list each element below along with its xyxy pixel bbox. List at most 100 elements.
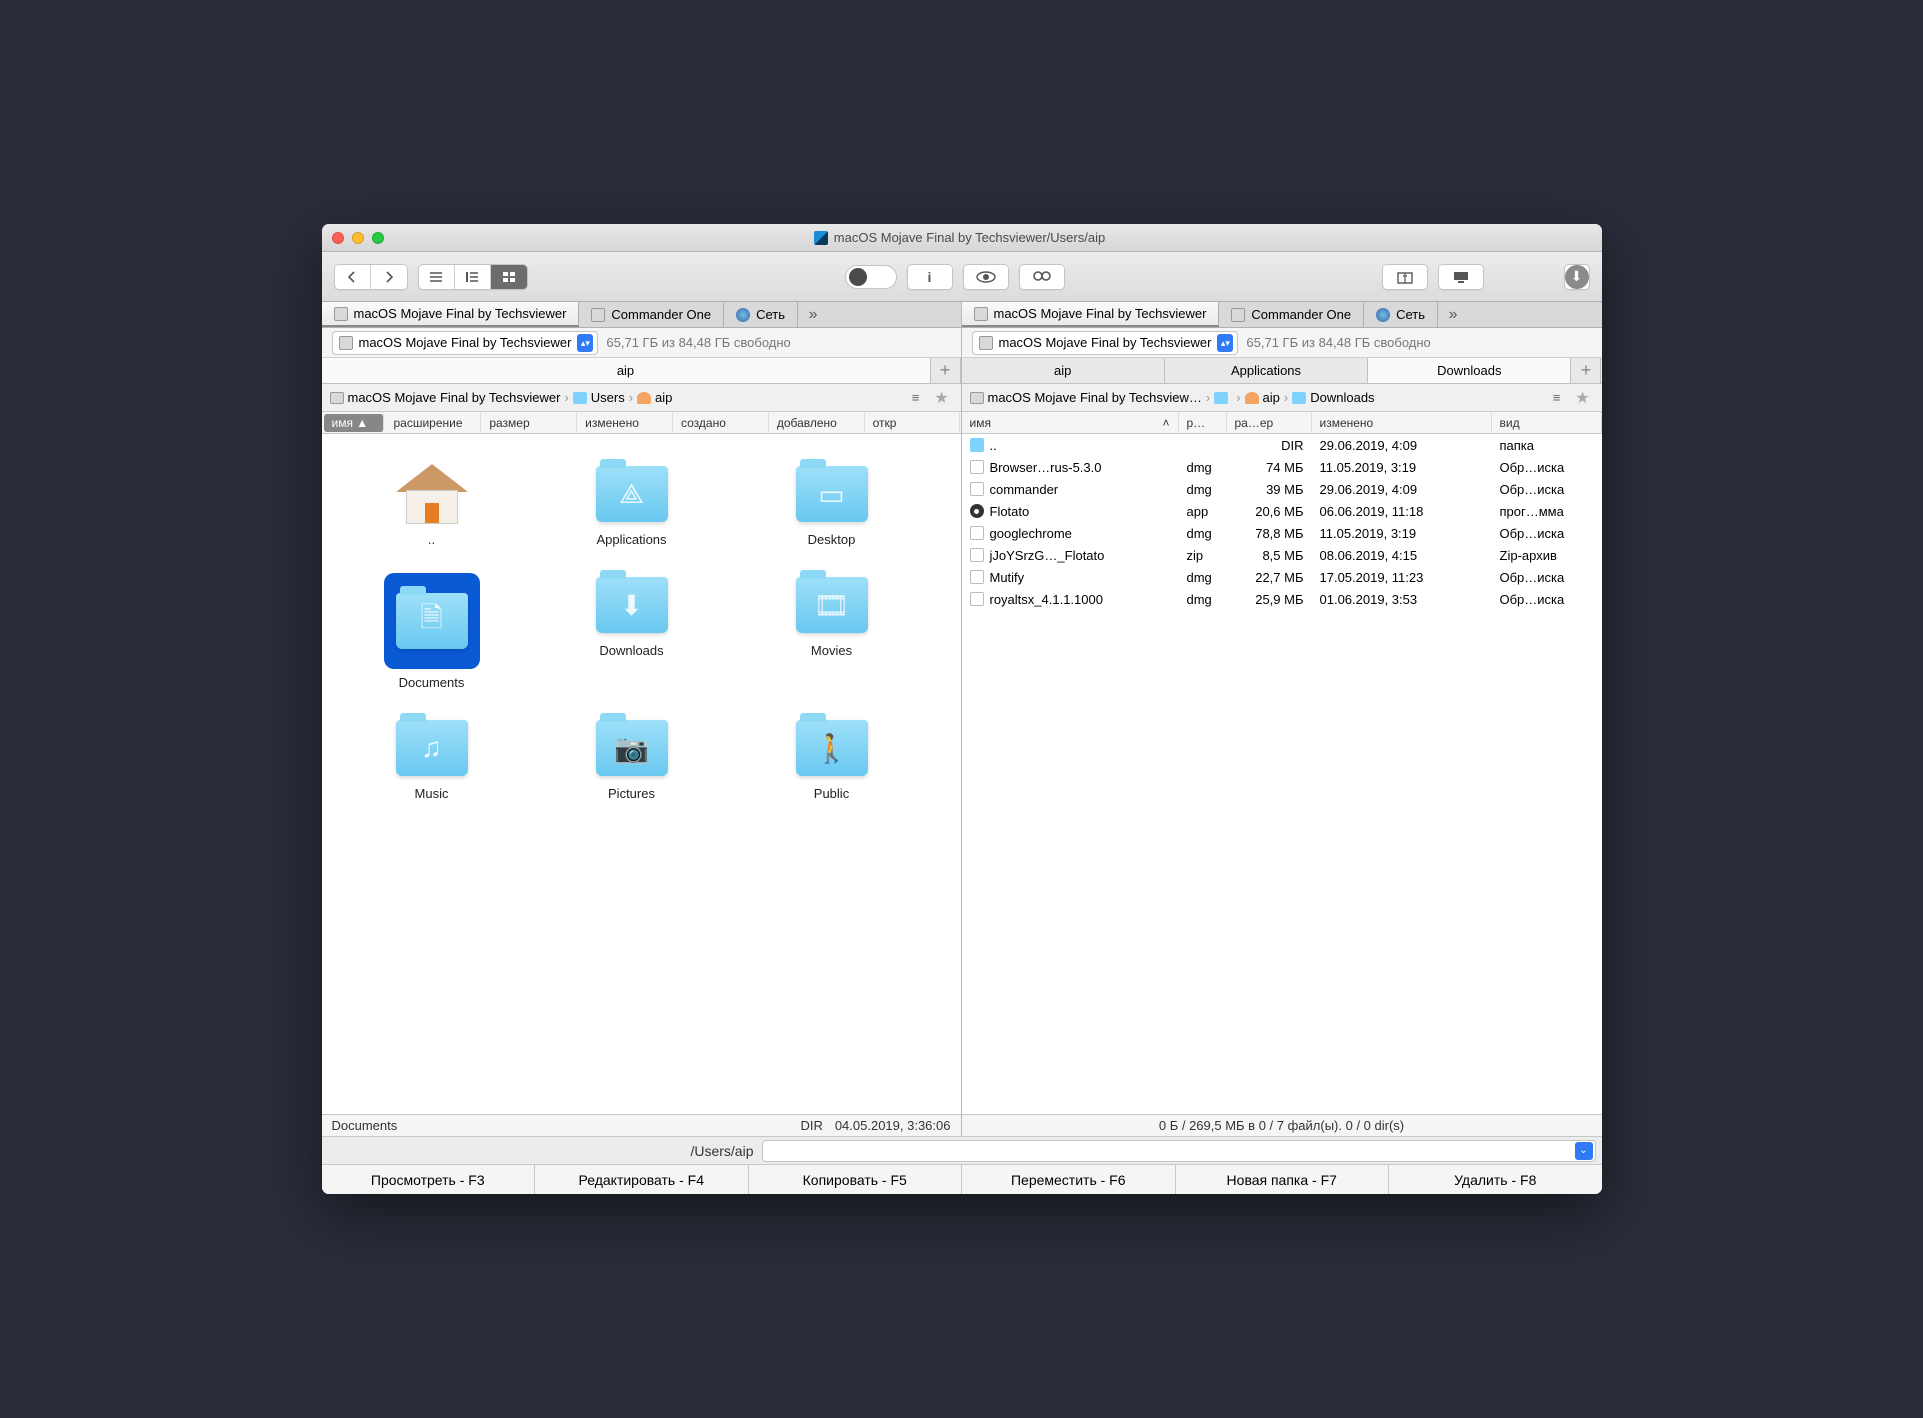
file-row[interactable]: royaltsx_4.1.1.1000dmg25,9 МБ01.06.2019,… [962,588,1602,610]
file-row[interactable]: commanderdmg39 МБ29.06.2019, 4:09Обр…иск… [962,478,1602,500]
column-header[interactable]: вид [1492,412,1602,433]
fkey-button[interactable]: Переместить - F6 [962,1165,1176,1194]
breadcrumbs-left: macOS Mojave Final by Techsviewer›Users›… [322,384,961,412]
info-button[interactable]: i [908,265,952,289]
icon-view-button[interactable] [491,265,527,289]
drive-tab-label: Commander One [1251,307,1351,322]
fkey-button[interactable]: Удалить - F8 [1389,1165,1602,1194]
close-button[interactable] [332,232,344,244]
file-row[interactable]: ..DIR29.06.2019, 4:09папка [962,434,1602,456]
folder-item[interactable]: ⬇Downloads [532,565,732,698]
content-right[interactable]: ..DIR29.06.2019, 4:09папкаBrowser…rus-5.… [962,434,1602,1114]
search-button[interactable] [1020,265,1064,289]
file-row[interactable]: Flotatoapp20,6 МБ06.06.2019, 11:18прог…м… [962,500,1602,522]
folder-item[interactable]: ⟁Applications [532,454,732,555]
volume-row-right: macOS Mojave Final by Techsviewer ▴▾ 65,… [962,328,1602,358]
connect-button[interactable] [1439,265,1483,289]
folder-item[interactable]: ♫Music [332,708,532,809]
folder-item[interactable]: ▭Desktop [732,454,932,555]
volume-select-left[interactable]: macOS Mojave Final by Techsviewer ▴▾ [332,331,599,355]
column-header[interactable]: ра…ер [1227,412,1312,433]
folder-tab[interactable]: Downloads [1368,358,1571,383]
column-добавлено[interactable]: добавлено [769,412,865,433]
column-имя[interactable]: имя ▲ [324,414,384,432]
folder-item[interactable]: 🚶Public [732,708,932,809]
menu-button[interactable]: ≡ [905,390,927,405]
menu-button[interactable]: ≡ [1546,390,1568,405]
forward-button[interactable] [371,265,407,289]
hd-icon [591,308,605,322]
volume-select-right[interactable]: macOS Mojave Final by Techsviewer ▴▾ [972,331,1239,355]
add-tab-button[interactable]: + [931,358,961,383]
breadcrumb-item[interactable]: aip [1245,390,1280,405]
more-tabs-button[interactable]: » [798,306,828,324]
drive-tab[interactable]: macOS Mojave Final by Techsviewer [322,302,580,327]
zoom-button[interactable] [372,232,384,244]
file-row[interactable]: Browser…rus-5.3.0dmg74 МБ11.05.2019, 3:1… [962,456,1602,478]
path-input[interactable]: ⌄ [762,1140,1596,1162]
column-откр[interactable]: откр [865,412,961,433]
column-размер[interactable]: размер [481,412,577,433]
breadcrumb-label: aip [1263,390,1280,405]
file-row[interactable]: Mutifydmg22,7 МБ17.05.2019, 11:23Обр…иск… [962,566,1602,588]
favorite-button[interactable]: ★ [931,388,953,408]
fkey-button[interactable]: Новая папка - F7 [1176,1165,1390,1194]
column-создано[interactable]: создано [673,412,769,433]
column-header[interactable]: имя˄ [962,412,1179,433]
drive-tab[interactable]: Сеть [724,302,798,327]
favorite-button[interactable]: ★ [1572,388,1594,408]
breadcrumb-label: aip [655,390,672,405]
chevron-down-icon[interactable]: ⌄ [1575,1142,1593,1160]
quicklook-button[interactable] [964,265,1008,289]
more-tabs-button[interactable]: » [1438,306,1468,324]
path-label: /Users/aip [332,1143,762,1159]
breadcrumb-item[interactable]: macOS Mojave Final by Techsview… [970,390,1202,405]
folder-tab[interactable]: aip [962,358,1165,383]
download-button[interactable]: ⬇ [1565,265,1589,289]
folder-tab[interactable]: aip [322,358,931,383]
breadcrumb-item[interactable]: aip [637,390,672,405]
drive-tab[interactable]: macOS Mojave Final by Techsviewer [962,302,1220,327]
file-name: commander [990,482,1059,497]
dmg-icon [970,460,984,474]
nav-group [334,264,408,290]
column-view-button[interactable] [455,265,491,289]
file-size: 22,7 МБ [1227,570,1312,585]
fol-icon [1292,392,1306,404]
breadcrumb-item[interactable]: Downloads [1292,390,1374,405]
item-label: Pictures [608,786,655,801]
fkey-button[interactable]: Копировать - F5 [749,1165,963,1194]
file-row[interactable]: jJoYSrzG…_Flotatozip8,5 МБ08.06.2019, 4:… [962,544,1602,566]
view-group [418,264,528,290]
column-изменено[interactable]: изменено [577,412,673,433]
dmg-icon [970,526,984,540]
minimize-button[interactable] [352,232,364,244]
content-left[interactable]: ..⟁Applications▭Desktop 🗎Documents⬇Downlo… [322,434,961,1114]
drive-tab[interactable]: Commander One [1219,302,1364,327]
folder-tab[interactable]: Applications [1165,358,1368,383]
status-row-left: Documents DIR 04.05.2019, 3:36:06 [322,1114,961,1136]
archive-button[interactable] [1383,265,1427,289]
add-tab-button[interactable]: + [1571,358,1601,383]
folder-item[interactable]: .. [332,454,532,555]
column-header[interactable]: р… [1179,412,1227,433]
column-header[interactable]: изменено [1312,412,1492,433]
breadcrumb-item[interactable]: macOS Mojave Final by Techsviewer [330,390,561,405]
file-kind: Обр…иска [1492,482,1602,497]
breadcrumb-item[interactable] [1214,392,1232,404]
list-view-button[interactable] [419,265,455,289]
column-расширение[interactable]: расширение [386,412,482,433]
fkey-button[interactable]: Просмотреть - F3 [322,1165,536,1194]
back-button[interactable] [335,265,371,289]
folder-item[interactable]: 🎞Movies [732,565,932,698]
folder-item[interactable]: 📷Pictures [532,708,732,809]
drive-tab[interactable]: Commander One [579,302,724,327]
drive-tab[interactable]: Сеть [1364,302,1438,327]
dual-pane-toggle[interactable] [845,265,897,289]
item-label: Movies [811,643,852,658]
breadcrumb-item[interactable]: Users [573,390,625,405]
file-row[interactable]: googlechromedmg78,8 МБ11.05.2019, 3:19Об… [962,522,1602,544]
folder-item[interactable]: 🗎Documents [332,565,532,698]
breadcrumb-separator: › [629,390,633,405]
fkey-button[interactable]: Редактировать - F4 [535,1165,749,1194]
